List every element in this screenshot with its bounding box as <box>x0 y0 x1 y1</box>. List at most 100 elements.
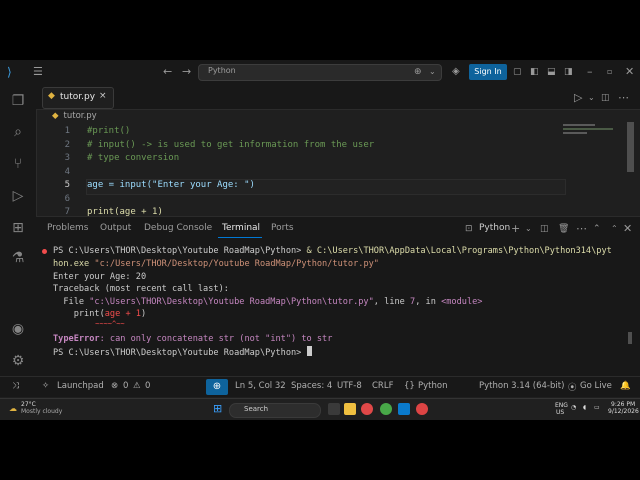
run-debug-icon[interactable]: ▷ <box>6 185 30 207</box>
language-mode[interactable]: Python <box>418 381 447 391</box>
terminal-line: TypeError: can only concatenate str (not… <box>53 334 333 344</box>
toggle-panel-icon[interactable]: ⬓ <box>547 60 556 84</box>
weather-temp[interactable]: 27°C <box>21 401 36 408</box>
command-center-label: Python <box>208 66 236 75</box>
minimize-icon[interactable]: – <box>587 60 593 84</box>
editor-scrollbar[interactable] <box>627 122 634 172</box>
end-of-line[interactable]: CRLF <box>372 381 393 391</box>
terminal-line: Enter your Age: 20 <box>53 272 147 282</box>
battery-icon[interactable]: ▭ <box>594 404 600 411</box>
forward-icon[interactable]: → <box>182 60 191 84</box>
layout-icon[interactable]: ▢ <box>513 60 522 84</box>
terminal-line: print(age + 1) <box>53 309 147 319</box>
more-actions-icon[interactable]: ⋯ <box>618 86 629 110</box>
encoding[interactable]: UTF-8 <box>337 381 362 391</box>
run-dropdown-icon[interactable]: ⌄ <box>588 86 595 110</box>
errors-count[interactable]: 0 <box>123 381 128 391</box>
launchpad-label[interactable]: Launchpad <box>57 381 104 391</box>
wifi-icon[interactable]: ◔ <box>571 404 576 411</box>
vscode-taskbar-icon[interactable] <box>398 403 410 415</box>
errors-icon[interactable]: ⊗ <box>111 381 118 391</box>
menu-icon[interactable]: ☰ <box>33 60 43 84</box>
python-file-icon: ◆ <box>52 111 59 121</box>
source-control-icon[interactable]: ⑂ <box>6 153 30 175</box>
breadcrumb[interactable]: ◆ tutor.py <box>52 111 97 121</box>
indentation[interactable]: Spaces: 4 <box>291 381 332 391</box>
terminal-line: PS C:\Users\THOR\Desktop\Youtube RoadMap… <box>53 246 612 256</box>
copilot-icon[interactable]: ⊕ <box>414 60 422 84</box>
sign-in-button[interactable]: Sign In <box>469 64 507 80</box>
explorer-icon[interactable]: ❐ <box>6 90 30 112</box>
code-line: age = input("Enter your Age: ") <box>87 180 255 190</box>
browser-icon[interactable] <box>380 403 392 415</box>
chrome-icon[interactable] <box>416 403 428 415</box>
trash-icon[interactable]: 🗑 <box>558 217 569 241</box>
panel-close-icon[interactable]: ✕ <box>623 217 632 241</box>
warnings-icon[interactable]: ⚠ <box>133 381 141 391</box>
tab-ports[interactable]: Ports <box>271 223 294 233</box>
launchpad-icon[interactable]: ✧ <box>42 381 49 391</box>
python-interpreter[interactable]: Python 3.14 (64-bit) <box>479 381 564 391</box>
testing-icon[interactable]: ⚗ <box>6 247 30 269</box>
remote-icon[interactable]: ⤨ <box>12 381 19 391</box>
back-icon[interactable]: ← <box>163 60 172 84</box>
accounts-icon[interactable]: ◈ <box>452 60 460 84</box>
error-decoration-icon[interactable] <box>42 249 47 254</box>
code-line: # input() -> is used to get information … <box>87 140 375 150</box>
terminal-cursor <box>306 346 312 356</box>
toggle-sidebar-icon[interactable]: ◧ <box>530 60 539 84</box>
panel-maximize-icon[interactable]: ⌃ <box>611 217 618 241</box>
tab-problems[interactable]: Problems <box>47 223 88 233</box>
line-number: 6 <box>64 194 70 204</box>
tab-close-icon[interactable]: × <box>99 91 107 101</box>
warnings-count[interactable]: 0 <box>145 381 150 391</box>
clock-time[interactable]: 9:26 PM <box>611 401 635 408</box>
panel-maximize-icon[interactable]: ⌃ <box>593 217 601 241</box>
editor-tab-bar <box>36 84 640 110</box>
bell-icon[interactable]: 🔔 <box>620 381 631 391</box>
taskbar-search[interactable]: Search <box>229 403 321 418</box>
language-braces-icon[interactable]: {} <box>404 381 415 391</box>
task-view-icon[interactable] <box>328 403 340 415</box>
toggle-secondary-icon[interactable]: ◨ <box>564 60 573 84</box>
terminal-line: PS C:\Users\THOR\Desktop\Youtube RoadMap… <box>53 346 312 358</box>
tab-tutor-py[interactable]: ◆ tutor.py × <box>42 87 114 109</box>
windows-start-icon[interactable]: ⊞ <box>213 402 222 415</box>
more-actions-icon[interactable]: ⋯ <box>576 217 587 241</box>
chevron-down-icon[interactable]: ⌄ <box>525 217 532 241</box>
extensions-icon[interactable]: ⊞ <box>6 217 30 239</box>
zoom-icon[interactable]: ⊕ <box>206 379 228 395</box>
command-center[interactable]: Python <box>198 64 442 81</box>
search-icon[interactable]: ⌕ <box>6 121 30 143</box>
weather-desc[interactable]: Mostly cloudy <box>21 408 62 415</box>
tab-label: tutor.py <box>60 92 96 102</box>
language-indicator[interactable]: ENG <box>555 402 568 409</box>
volume-icon[interactable]: ◖ <box>583 404 586 411</box>
go-live-icon[interactable]: ⦿ <box>568 381 577 393</box>
weather-icon[interactable]: ☁ <box>9 404 17 413</box>
python-file-icon: ◆ <box>48 91 55 101</box>
code-line: # type conversion <box>87 153 180 163</box>
tab-terminal[interactable]: Terminal <box>222 223 260 233</box>
tab-output[interactable]: Output <box>100 223 131 233</box>
split-terminal-icon[interactable]: ◫ <box>540 217 549 241</box>
minimap[interactable] <box>563 123 628 135</box>
terminal-scrollbar[interactable] <box>628 332 632 344</box>
add-terminal-icon[interactable]: + <box>511 217 520 241</box>
file-explorer-icon[interactable] <box>344 403 356 415</box>
tab-debug-console[interactable]: Debug Console <box>144 223 212 233</box>
chrome-icon[interactable] <box>361 403 373 415</box>
go-live-button[interactable]: Go Live <box>580 381 612 391</box>
run-icon[interactable]: ▷ <box>574 86 582 110</box>
close-icon[interactable]: ✕ <box>625 60 634 84</box>
clock-date[interactable]: 9/12/2026 <box>608 408 639 415</box>
settings-icon[interactable]: ⚙ <box>6 350 30 372</box>
maximize-icon[interactable]: ▫ <box>607 60 612 84</box>
chevron-down-icon[interactable]: ⌄ <box>429 60 436 84</box>
account-icon[interactable]: ◉ <box>6 318 30 340</box>
region-indicator[interactable]: US <box>556 409 564 416</box>
cursor-position[interactable]: Ln 5, Col 32 <box>235 381 286 391</box>
terminal-shell-label[interactable]: Python <box>479 223 510 233</box>
line-number: 1 <box>64 126 70 136</box>
split-editor-icon[interactable]: ◫ <box>601 86 610 110</box>
